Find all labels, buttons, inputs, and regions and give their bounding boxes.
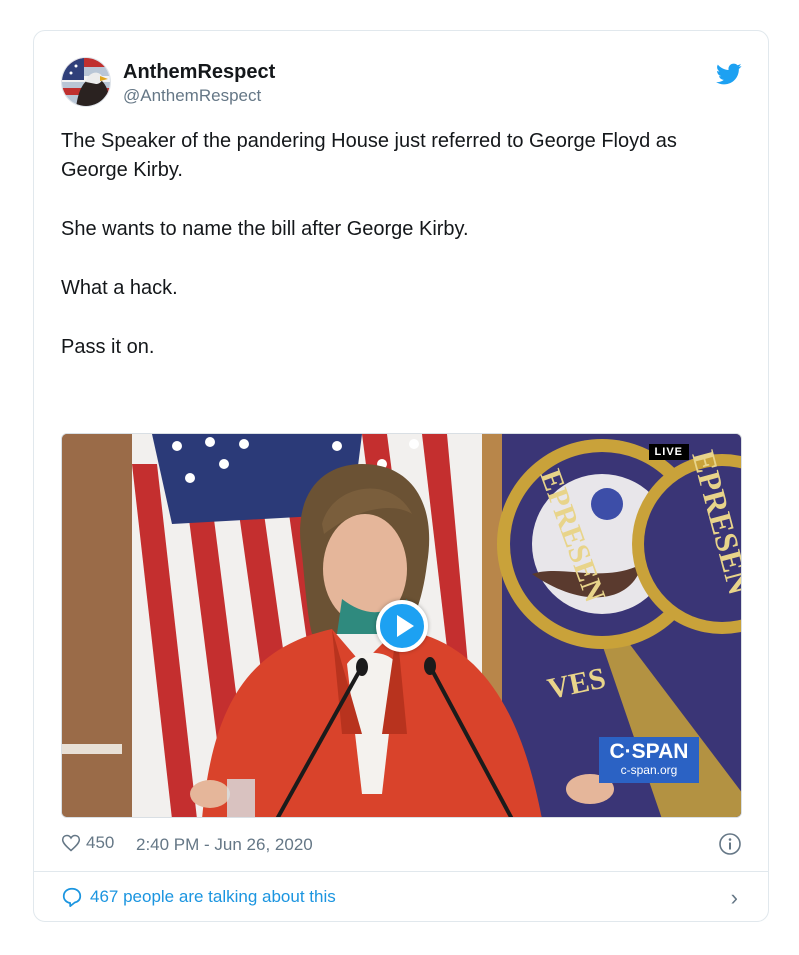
live-badge: LIVE <box>648 444 689 460</box>
video-player[interactable]: EPRESEN EPRESEN VES LIVE C·SPAN c-span.o… <box>61 433 742 818</box>
tweet-card: AnthemRespect @AnthemRespect The Speaker… <box>33 30 769 922</box>
play-button[interactable] <box>376 600 428 652</box>
cspan-logo: C·SPAN c-span.org <box>599 737 699 783</box>
tweet-paragraph: What a hack. <box>61 277 178 299</box>
conversation-link[interactable]: 467 people are talking about this › <box>61 883 742 913</box>
tweet-paragraph: Pass it on. <box>61 336 155 358</box>
display-name[interactable]: AnthemRespect <box>123 59 275 85</box>
cspan-logo-text: C·SPAN <box>609 740 689 763</box>
tweet-paragraph: The Speaker of the pandering House just … <box>61 130 677 181</box>
tweet-paragraph: She wants to name the bill after George … <box>61 218 469 240</box>
handle[interactable]: @AnthemRespect <box>123 85 275 107</box>
speech-bubble-icon <box>62 887 82 908</box>
author-names: AnthemRespect @AnthemRespect <box>123 59 275 107</box>
conversation-label: 467 people are talking about this <box>90 887 336 906</box>
twitter-bird-icon[interactable] <box>716 61 742 87</box>
chevron-right-icon[interactable]: › <box>731 885 738 911</box>
like-count: 450 <box>86 833 115 852</box>
play-icon <box>397 615 414 637</box>
tweet-header: AnthemRespect @AnthemRespect <box>61 57 742 109</box>
timestamp[interactable]: 2:40 PM - Jun 26, 2020 <box>136 835 313 855</box>
avatar[interactable] <box>61 57 111 107</box>
like-button[interactable]: 450 <box>61 833 114 853</box>
info-icon[interactable] <box>718 832 742 856</box>
cspan-url: c-span.org <box>620 763 678 777</box>
tweet-text: The Speaker of the pandering House just … <box>61 127 741 392</box>
heart-icon <box>61 834 81 852</box>
tweet-meta: 450 2:40 PM - Jun 26, 2020 <box>61 831 742 859</box>
divider <box>34 871 768 872</box>
